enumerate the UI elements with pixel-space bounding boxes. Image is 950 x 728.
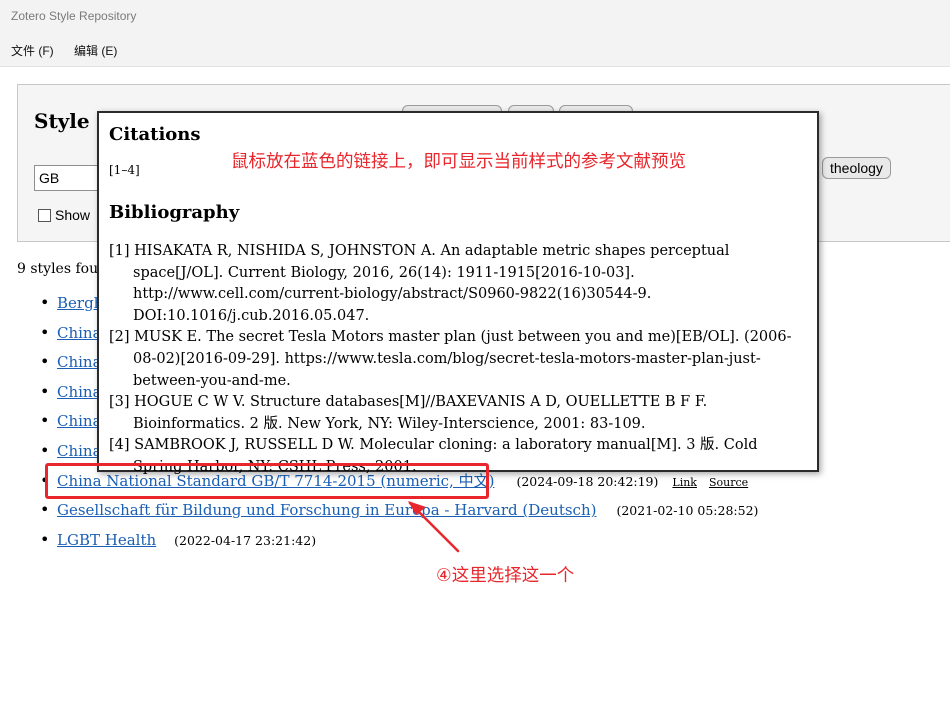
menu-file[interactable]: 文件 (F) [11,42,54,59]
show-option[interactable]: Show [38,207,90,223]
window-titlebar: Zotero Style Repository [0,0,950,34]
annotation-hover-tip: 鼠标放在蓝色的链接上，即可显示当前样式的参考文献预览 [231,152,686,172]
style-link[interactable]: China [57,442,102,460]
style-date: (2022-04-17 23:21:42) [174,532,317,548]
results-count: 9 styles fou [17,261,99,277]
style-link[interactable]: China [57,324,102,342]
show-checkbox[interactable] [38,208,51,222]
style-link[interactable]: LGBT Health [57,531,156,549]
menu-edit[interactable]: 编辑 (E) [74,42,117,59]
bibliography-entry: [3] HOGUE C W V. Structure databases[M]/… [109,394,708,432]
annotation-arrow-icon [408,501,460,553]
bibliography-entry: [1] HISAKATA R, NISHIDA S, JOHNSTON A. A… [109,243,730,324]
citations-heading: Citations [109,124,201,145]
bibliography-entry: [2] MUSK E. The secret Tesla Motors mast… [109,329,792,389]
style-link[interactable]: China [57,353,102,371]
style-preview-popup: Citations [1–4] Bibliography [1] HISAKAT… [97,111,819,475]
window-title: Zotero Style Repository [11,9,137,23]
style-link[interactable]: China [57,383,102,401]
style-link[interactable]: Gesellschaft für Bildung und Forschung i… [57,501,596,519]
annotation-select-tip: ④这里选择这一个 [436,566,575,586]
citation-sample: [1–4] [109,163,140,177]
style-date: (2021-02-10 05:28:52) [616,503,759,519]
bibliography-list: [1] HISAKATA R, NISHIDA S, JOHNSTON A. A… [109,241,809,479]
annotation-highlight-box [45,463,489,499]
bibliography-heading: Bibliography [109,202,240,223]
tag-button-theology[interactable]: theology [822,157,891,179]
style-link[interactable]: China [57,412,102,430]
show-label: Show [55,207,91,223]
menu-bar: 文件 (F) 编辑 (E) [0,34,950,67]
